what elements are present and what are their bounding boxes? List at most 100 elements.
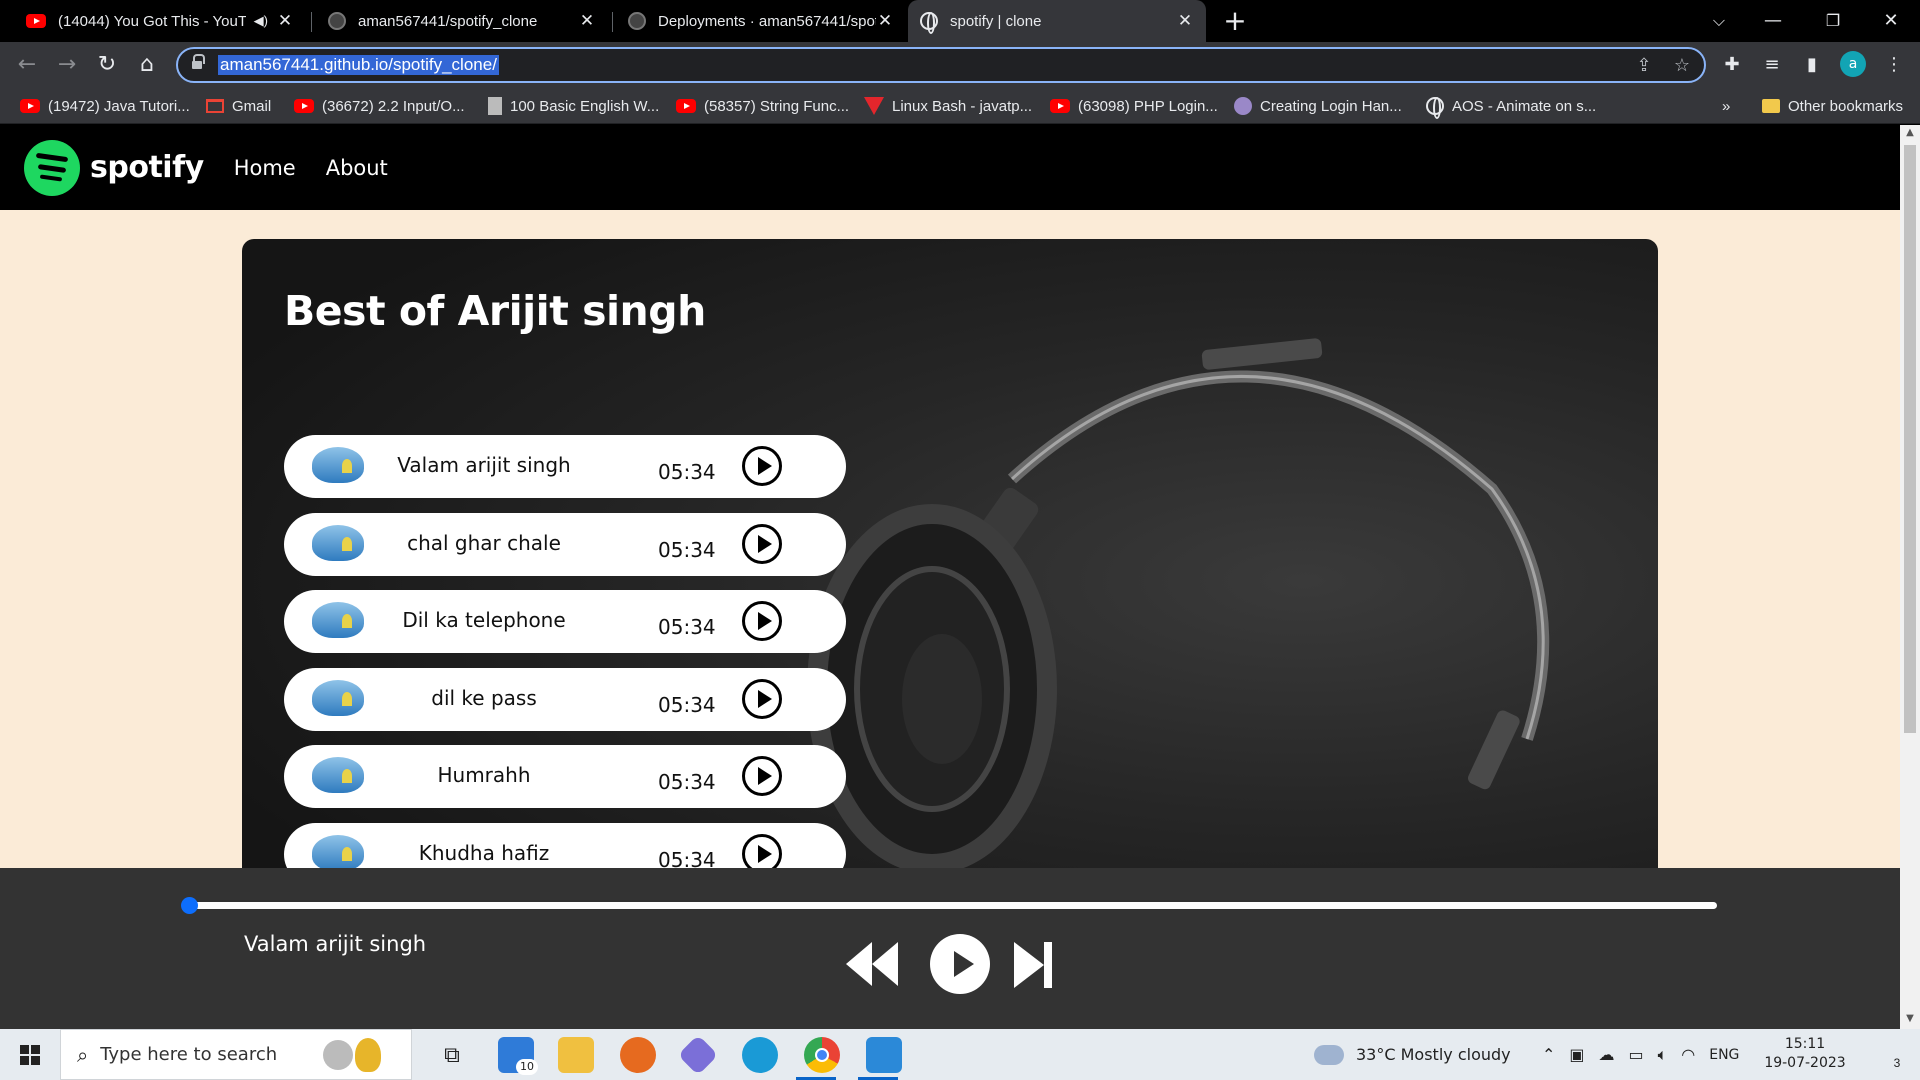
weather-widget[interactable]: 33°C Mostly cloudy <box>1314 1029 1511 1080</box>
profile-avatar[interactable]: a <box>1840 51 1866 77</box>
media-control-icon[interactable]: ≡ <box>1758 51 1786 79</box>
new-tab-button[interactable]: + <box>1222 7 1248 35</box>
extensions-icon[interactable]: ✚ <box>1718 51 1746 79</box>
task-view-icon[interactable]: ⧉ <box>432 1029 472 1080</box>
bookmark-item[interactable]: (63098) PHP Login... <box>1050 96 1218 116</box>
tab-deployments[interactable]: Deployments · aman567441/spot ✕ <box>616 0 906 42</box>
play-circle-icon[interactable] <box>742 756 782 796</box>
song-item[interactable]: Valam arijit singh 05:34 <box>284 435 846 498</box>
close-icon[interactable]: ✕ <box>276 12 294 30</box>
clock[interactable]: 15:11 19-07-2023 <box>1760 1035 1850 1073</box>
song-name: dil ke pass <box>431 685 537 710</box>
page-scrollbar[interactable]: ▲ ▼ <box>1900 125 1920 1029</box>
tab-strip: (14044) You Got This - YouTu ◀) ✕ aman56… <box>0 0 1920 42</box>
bookmarks-overflow-button[interactable]: » <box>1722 96 1730 116</box>
bookmark-item[interactable]: 100 Basic English W... <box>488 96 659 116</box>
reload-button[interactable]: ↻ <box>92 50 122 80</box>
progress-slider[interactable] <box>181 897 1717 914</box>
file-explorer-icon[interactable] <box>558 1037 594 1073</box>
meet-icon[interactable]: ▣ <box>1569 1045 1584 1064</box>
speaker-icon[interactable]: ◀) <box>254 13 268 29</box>
brand-name[interactable]: spotify <box>90 150 204 185</box>
battery-icon[interactable]: ▭ <box>1629 1045 1644 1064</box>
nav-link-about[interactable]: About <box>326 156 388 180</box>
tab-title: Deployments · aman567441/spot <box>658 12 876 30</box>
rewind-icon-part <box>872 942 898 986</box>
scroll-up-arrow-icon[interactable]: ▲ <box>1904 127 1916 139</box>
onedrive-icon[interactable]: ☁ <box>1599 1045 1615 1064</box>
back-button[interactable]: ← <box>12 50 42 80</box>
lock-icon[interactable] <box>192 54 205 71</box>
language-indicator[interactable]: ENG <box>1709 1047 1739 1063</box>
song-duration: 05:34 <box>658 537 716 562</box>
song-item[interactable]: dil ke pass 05:34 <box>284 667 846 731</box>
play-button[interactable] <box>930 934 990 994</box>
next-button[interactable] <box>1014 942 1054 988</box>
start-button[interactable] <box>0 1029 60 1080</box>
home-button[interactable]: ⌂ <box>132 50 162 80</box>
volume-icon[interactable]: 🔈︎ <box>1658 1045 1668 1065</box>
tab-youtube[interactable]: (14044) You Got This - YouTu ◀) ✕ <box>14 0 306 42</box>
wifi-icon[interactable]: ◠ <box>1681 1045 1695 1064</box>
bookmark-item[interactable]: Creating Login Han... <box>1234 96 1402 116</box>
bookmark-item[interactable]: (19472) Java Tutori... <box>20 96 190 116</box>
close-icon[interactable]: ✕ <box>876 12 894 30</box>
play-circle-icon[interactable] <box>742 601 782 641</box>
windows-taskbar: ⌕ Type here to search ⧉ 10 33°C Mostly c… <box>0 1029 1920 1080</box>
play-circle-icon[interactable] <box>742 678 782 719</box>
notification-center-icon[interactable]: 3 <box>1864 1029 1912 1080</box>
bookmark-item[interactable]: (58357) String Func... <box>676 96 849 116</box>
song-name: Valam arijit singh <box>397 453 571 477</box>
mail-app-icon[interactable]: 10 <box>498 1037 538 1075</box>
scroll-thumb[interactable] <box>1904 145 1916 733</box>
page-viewport: spotify Home About Best of Arijit singh … <box>0 125 1900 1029</box>
clock-date: 19-07-2023 <box>1764 1055 1846 1071</box>
share-icon[interactable]: ⇪ <box>1632 54 1656 78</box>
bookmark-item[interactable]: Gmail <box>206 96 271 116</box>
minimize-button[interactable]: — <box>1758 6 1788 36</box>
edge-icon[interactable] <box>742 1037 778 1073</box>
scroll-down-arrow-icon[interactable]: ▼ <box>1904 1013 1916 1025</box>
site-icon <box>1234 97 1252 115</box>
bookmark-item[interactable]: AOS - Animate on s... <box>1426 96 1596 119</box>
close-icon[interactable]: ✕ <box>578 12 596 30</box>
mail-badge: 10 <box>516 1059 538 1075</box>
song-item[interactable]: chal ghar chale 05:34 <box>284 512 846 576</box>
chrome-icon[interactable] <box>804 1037 840 1073</box>
taskbar-search[interactable]: ⌕ Type here to search <box>60 1029 412 1080</box>
play-circle-icon[interactable] <box>742 446 782 486</box>
now-playing-title: Valam arijit singh <box>244 932 427 956</box>
player-bar: Valam arijit singh <box>0 868 1900 1029</box>
playlist-title: Best of Arijit singh <box>284 287 706 335</box>
other-bookmarks[interactable]: Other bookmarks <box>1762 96 1903 116</box>
spotify-logo-icon[interactable] <box>24 139 80 196</box>
side-panel-icon[interactable]: ▮ <box>1798 51 1826 79</box>
chevron-up-icon[interactable]: ⌃ <box>1542 1045 1555 1064</box>
close-window-button[interactable]: ✕ <box>1876 6 1906 36</box>
menu-kebab-icon[interactable]: ⋮ <box>1880 51 1908 79</box>
song-cover-image <box>312 834 364 871</box>
restore-button[interactable]: ❐ <box>1818 6 1848 36</box>
tab-search-chevron-icon[interactable]: ⌵ <box>1704 6 1734 36</box>
progress-knob[interactable] <box>181 897 198 914</box>
vscode-icon[interactable] <box>866 1037 902 1073</box>
close-icon[interactable]: ✕ <box>1176 12 1194 30</box>
url-text[interactable]: aman567441.github.io/spotify_clone/ <box>218 55 499 75</box>
bookmark-star-icon[interactable]: ☆ <box>1670 54 1694 78</box>
previous-button[interactable] <box>846 932 908 996</box>
firefox-icon[interactable] <box>620 1037 656 1073</box>
play-circle-icon[interactable] <box>742 523 782 564</box>
song-item[interactable]: Humrahh 05:34 <box>284 745 846 808</box>
address-bar[interactable]: aman567441.github.io/spotify_clone/ ⇪ ☆ <box>176 47 1706 83</box>
song-name: Dil ka telephone <box>402 608 566 632</box>
bookmark-item[interactable]: (36672) 2.2 Input/O... <box>294 96 465 116</box>
tab-github-repo[interactable]: aman567441/spotify_clone ✕ <box>316 0 608 42</box>
forward-button[interactable]: → <box>52 50 82 80</box>
javatpoint-icon <box>864 97 884 115</box>
bookmark-item[interactable]: Linux Bash - javatp... <box>864 96 1032 116</box>
folder-icon <box>1762 99 1780 113</box>
nav-link-home[interactable]: Home <box>234 156 296 180</box>
copilot-icon[interactable] <box>677 1034 719 1076</box>
song-item[interactable]: Dil ka telephone 05:34 <box>284 590 846 653</box>
tab-spotify-clone[interactable]: spotify | clone ✕ <box>908 0 1206 42</box>
